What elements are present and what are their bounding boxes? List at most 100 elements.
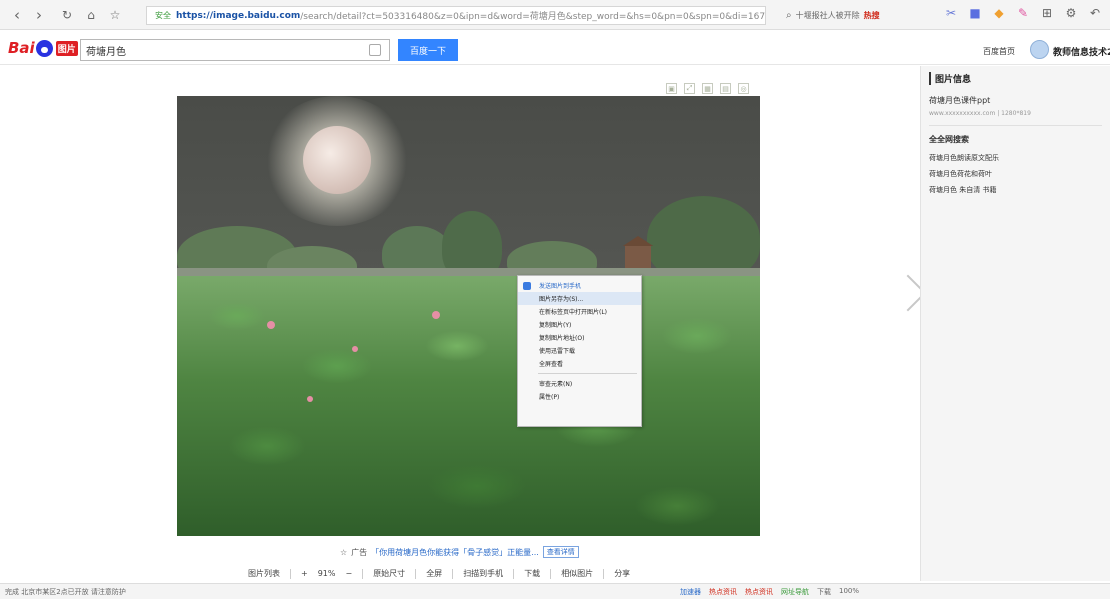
username[interactable]: 教师信息技术2 — [1053, 45, 1110, 58]
grid-icon[interactable]: ⊞ — [1040, 6, 1054, 20]
ctx-label: 在新标签页中打开图片(L) — [539, 309, 608, 316]
lotus-flower — [432, 311, 440, 319]
image-bottom-toolbar: 图片列表 + 91% − 原始尺寸 全屏 扫描到手机 下载 相似图片 分享 — [248, 568, 630, 579]
refresh-icon[interactable]: ↻ — [56, 4, 78, 26]
extension-icon[interactable]: ■ — [968, 6, 982, 20]
baidu-logo[interactable]: Bai 图片 — [8, 39, 78, 57]
ctx-separator — [538, 373, 637, 374]
phone-icon — [523, 282, 531, 290]
ad-button[interactable]: 查看详情 — [542, 546, 579, 558]
related-search-link[interactable]: 荷塘月色 朱自清 书籍 — [929, 185, 1102, 195]
moon — [303, 126, 371, 194]
btn-scan-to-phone[interactable]: 扫描到手机 — [463, 568, 503, 579]
btn-share[interactable]: 分享 — [614, 568, 630, 579]
zoom-in-icon[interactable]: − — [345, 569, 352, 578]
settings-icon[interactable]: ◎ — [738, 83, 749, 94]
camera-icon[interactable] — [369, 44, 381, 56]
panel-divider — [929, 125, 1102, 126]
context-menu: 发送图片到手机 图片另存为(S)... 在新标签页中打开图片(L) 复制图片(Y… — [517, 275, 642, 427]
toolbar-divider — [550, 568, 552, 579]
next-image-arrow-icon[interactable] — [893, 272, 923, 322]
settings-icon[interactable]: ⚙ — [1064, 6, 1078, 20]
info-source[interactable]: www.xxxxxxxxxx.com — [929, 110, 995, 117]
browser-search-text: 十堰报社人被开除 — [795, 11, 860, 20]
info-title: 图片信息 — [929, 72, 1102, 85]
btn-similar-images[interactable]: 相似图片 — [561, 568, 593, 579]
ad-icon: ☆ — [340, 547, 348, 557]
paint-icon[interactable]: ✎ — [1016, 6, 1030, 20]
ctx-save-image-as[interactable]: 图片另存为(S)... — [518, 292, 641, 305]
btn-download[interactable]: 下载 — [524, 568, 540, 579]
ctx-label: 审查元素(N) — [539, 381, 573, 388]
status-news[interactable]: 热点资讯 — [709, 587, 737, 597]
ctx-inspect-element[interactable]: 审查元素(N) — [518, 377, 641, 390]
home-icon[interactable]: ⌂ — [80, 4, 102, 26]
avatar[interactable] — [1030, 40, 1049, 59]
image-lotus-leaves — [177, 276, 760, 536]
btn-image-list[interactable]: 图片列表 — [248, 568, 280, 579]
back-icon[interactable]: ‹ — [6, 4, 28, 26]
toolbar-divider — [452, 568, 454, 579]
btn-original-size[interactable]: 原始尺寸 — [373, 568, 405, 579]
logo-image-label: 图片 — [55, 40, 78, 56]
ctx-copy-image[interactable]: 复制图片(Y) — [518, 318, 641, 331]
info-source-row: www.xxxxxxxxxx.com | 1280*819 — [929, 110, 1031, 117]
search-icon: ⌕ — [786, 10, 792, 21]
star-icon[interactable]: ☆ — [104, 4, 126, 26]
zoom-level: 91% — [317, 569, 336, 578]
ad-link[interactable]: 「你用荷塘月色你能获得「骨子感觉」正能量... — [371, 547, 539, 558]
toolbar-divider — [290, 568, 291, 579]
download-icon[interactable]: ▦ — [702, 83, 713, 94]
ctx-label: 使用迅雷下载 — [539, 348, 576, 355]
main-image[interactable] — [177, 96, 760, 536]
address-bar[interactable]: 安全 https://image.baidu.com /search/detai… — [146, 6, 766, 25]
ctx-download-xunlei[interactable]: 使用迅雷下载 — [518, 344, 641, 357]
zoom-icon[interactable]: ▣ — [666, 83, 677, 94]
ctx-fullscreen[interactable]: 全屏查看 — [518, 357, 641, 370]
status-download[interactable]: 下载 — [817, 587, 831, 597]
zoom-out-icon[interactable]: + — [301, 569, 308, 578]
pavilion-body — [625, 246, 651, 270]
forward-icon[interactable]: › — [28, 4, 50, 26]
search-query: 荷塘月色 — [86, 46, 126, 58]
fullscreen-icon[interactable]: ⤢ — [684, 83, 695, 94]
status-zoom[interactable]: 100% — [839, 587, 859, 597]
hot-badge: 热搜 — [863, 11, 880, 20]
toolbar-divider — [362, 568, 364, 579]
shield-tool-icon[interactable]: ◆ — [992, 6, 1006, 20]
lotus-flower — [307, 396, 313, 402]
toolbar-divider — [513, 568, 515, 579]
cut-icon[interactable]: ✂ — [944, 6, 958, 20]
ctx-copy-image-address[interactable]: 复制图片地址(O) — [518, 331, 641, 344]
ctx-open-in-new-tab[interactable]: 在新标签页中打开图片(L) — [518, 305, 641, 318]
ctx-label: 复制图片(Y) — [539, 322, 572, 329]
home-link[interactable]: 百度首页 — [983, 46, 1015, 57]
related-search-link[interactable]: 荷塘月色荷花和荷叶 — [929, 169, 1102, 179]
right-info-panel: 图片信息 荷塘月色课件ppt www.xxxxxxxxxx.com | 1280… — [920, 66, 1110, 581]
related-search-link[interactable]: 荷塘月色朗读原文配乐 — [929, 153, 1102, 163]
status-accelerator[interactable]: 加速器 — [680, 587, 701, 597]
undo-icon[interactable]: ↶ — [1088, 6, 1102, 20]
info-name[interactable]: 荷塘月色课件ppt — [929, 95, 1102, 106]
search-button[interactable]: 百度一下 — [398, 39, 458, 61]
status-text: 完成 北京市某区2点已开放 请注意防护 — [5, 588, 126, 596]
browser-toolbar: ‹ › ↻ ⌂ ☆ 安全 https://image.baidu.com /se… — [0, 0, 1110, 30]
info-size: 1280*819 — [1001, 110, 1031, 117]
status-nav[interactable]: 网址导航 — [781, 587, 809, 597]
btn-fullscreen[interactable]: 全屏 — [426, 568, 442, 579]
logo-text: Bai — [8, 39, 35, 57]
lotus-flower — [352, 346, 358, 352]
toolbar-divider — [603, 568, 605, 579]
search-input[interactable]: 荷塘月色 — [80, 39, 390, 61]
ctx-send-to-phone[interactable]: 发送图片到手机 — [518, 279, 641, 292]
browser-tools: ✂ ■ ◆ ✎ ⊞ ⚙ ↶ ≡ — [944, 6, 1110, 20]
share-icon[interactable]: ▤ — [720, 83, 731, 94]
safe-label: 安全 — [155, 11, 171, 20]
browser-search[interactable]: ⌕ 十堰报社人被开除 热搜 — [786, 6, 936, 25]
ctx-properties[interactable]: 属性(P) — [518, 390, 641, 403]
toolbar-divider — [415, 568, 417, 579]
status-news-2[interactable]: 热点资讯 — [745, 587, 773, 597]
status-bar: 完成 北京市某区2点已开放 请注意防护 加速器 热点资讯 热点资讯 网址导航 下… — [0, 583, 1110, 599]
lotus-flower — [267, 321, 275, 329]
ctx-label: 图片另存为(S)... — [539, 296, 584, 303]
